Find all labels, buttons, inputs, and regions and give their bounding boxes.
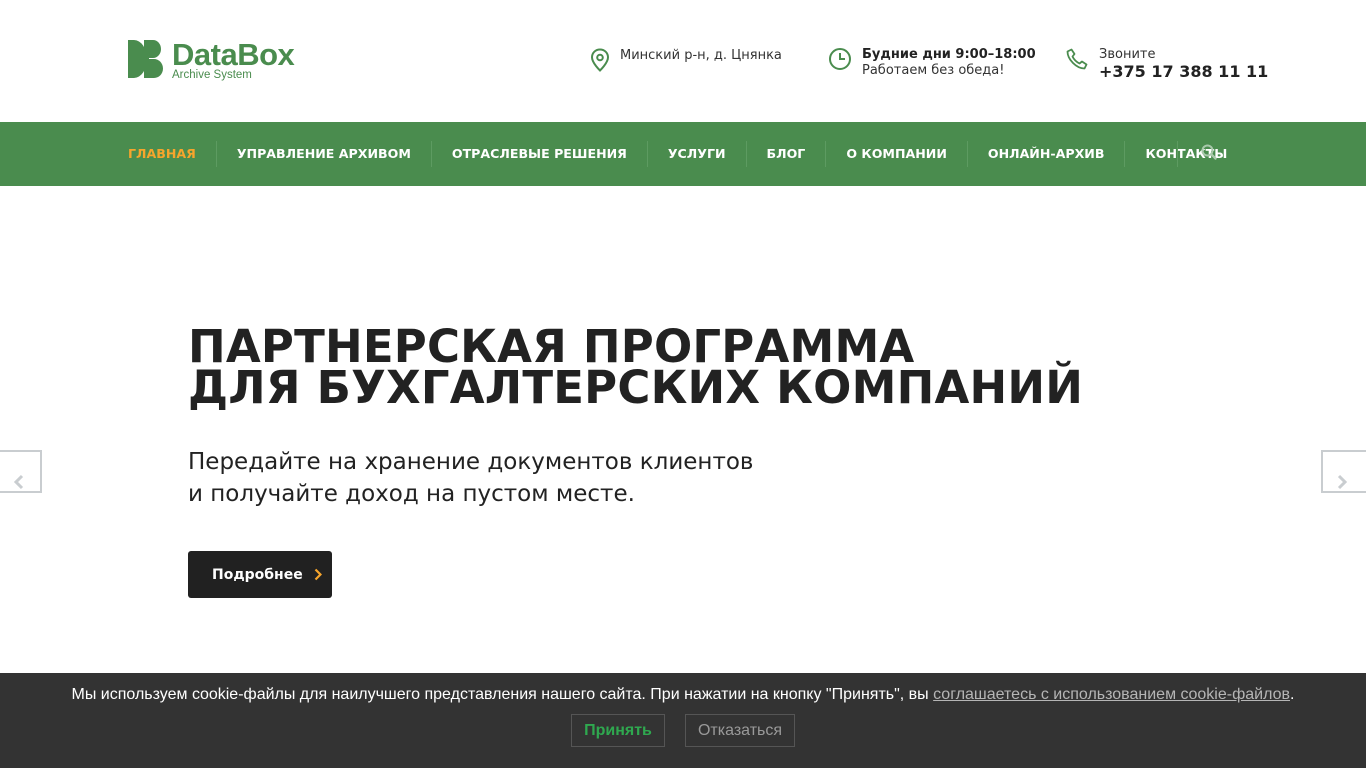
accept-button[interactable]: Принять (571, 714, 665, 747)
hero-title: ПАРТНЕРСКАЯ ПРОГРАММА ДЛЯ БУХГАЛТЕРСКИХ … (188, 324, 1084, 414)
slider-next-button[interactable] (1321, 450, 1366, 493)
nav-item-archive-management[interactable]: УПРАВЛЕНИЕ АРХИВОМ (215, 141, 431, 167)
logo-mark-icon (128, 40, 163, 78)
hero-title-line-2: ДЛЯ БУХГАЛТЕРСКИХ КОМПАНИЙ (188, 361, 1084, 414)
slider-prev-button[interactable] (0, 450, 42, 493)
cookie-text-end: . (1290, 686, 1295, 703)
logo-name: DataBox (172, 37, 295, 72)
cookie-banner: Мы используем cookie-файлы для наилучшег… (0, 673, 1366, 768)
nav-item-online-archive[interactable]: ОНЛАЙН-АРХИВ (966, 141, 1125, 167)
header-hours: Будние дни 9:00–18:00 Работаем без обеда… (828, 47, 1036, 79)
chevron-right-icon (314, 568, 322, 581)
hours-title: Будние дни 9:00–18:00 (862, 47, 1036, 62)
logo[interactable]: DataBox Archive System (128, 37, 295, 81)
cookie-message: Мы используем cookie-файлы для наилучшег… (0, 686, 1366, 704)
main-nav: ГЛАВНАЯ УПРАВЛЕНИЕ АРХИВОМ ОТРАСЛЕВЫЕ РЕ… (0, 122, 1366, 186)
nav-item-home[interactable]: ГЛАВНАЯ (128, 141, 216, 167)
map-pin-icon (590, 48, 610, 72)
hero-subtitle-line-2: и получайте доход на пустом месте. (188, 481, 635, 507)
hours-note: Работаем без обеда! (862, 63, 1005, 78)
clock-icon (829, 48, 851, 70)
nav-item-services[interactable]: УСЛУГИ (646, 141, 746, 167)
cookie-policy-link[interactable]: соглашаетесь с использованием cookie-фай… (933, 686, 1290, 703)
more-button-label: Подробнее (212, 566, 303, 583)
phone-number[interactable]: +375 17 388 11 11 (1099, 62, 1268, 81)
phone-label: Звоните (1099, 47, 1156, 62)
site-header: DataBox Archive System Минский р-н, д. Ц… (0, 0, 1366, 122)
logo-tagline: Archive System (172, 69, 252, 81)
nav-item-about[interactable]: О КОМПАНИИ (825, 141, 967, 167)
hero-subtitle: Передайте на хранение документов клиенто… (188, 446, 754, 510)
location-text: Минский р-н, д. Цнянка (620, 48, 782, 63)
search-icon[interactable] (1200, 143, 1218, 161)
more-button[interactable]: Подробнее (188, 551, 332, 598)
decline-button[interactable]: Отказаться (685, 714, 795, 747)
header-phone: Звоните +375 17 388 11 11 (1065, 47, 1268, 82)
nav-divider (1177, 141, 1178, 167)
nav-item-contacts[interactable]: КОНТАКТЫ (1124, 141, 1247, 167)
nav-item-industry-solutions[interactable]: ОТРАСЛЕВЫЕ РЕШЕНИЯ (430, 141, 647, 167)
cookie-text: Мы используем cookie-файлы для наилучшег… (71, 686, 934, 703)
header-location: Минский р-н, д. Цнянка (590, 48, 782, 72)
chevron-left-icon (13, 474, 24, 490)
hero-subtitle-line-1: Передайте на хранение документов клиенто… (188, 449, 754, 475)
phone-icon (1066, 48, 1088, 70)
chevron-right-icon (1337, 474, 1348, 490)
nav-item-blog[interactable]: БЛОГ (745, 141, 826, 167)
